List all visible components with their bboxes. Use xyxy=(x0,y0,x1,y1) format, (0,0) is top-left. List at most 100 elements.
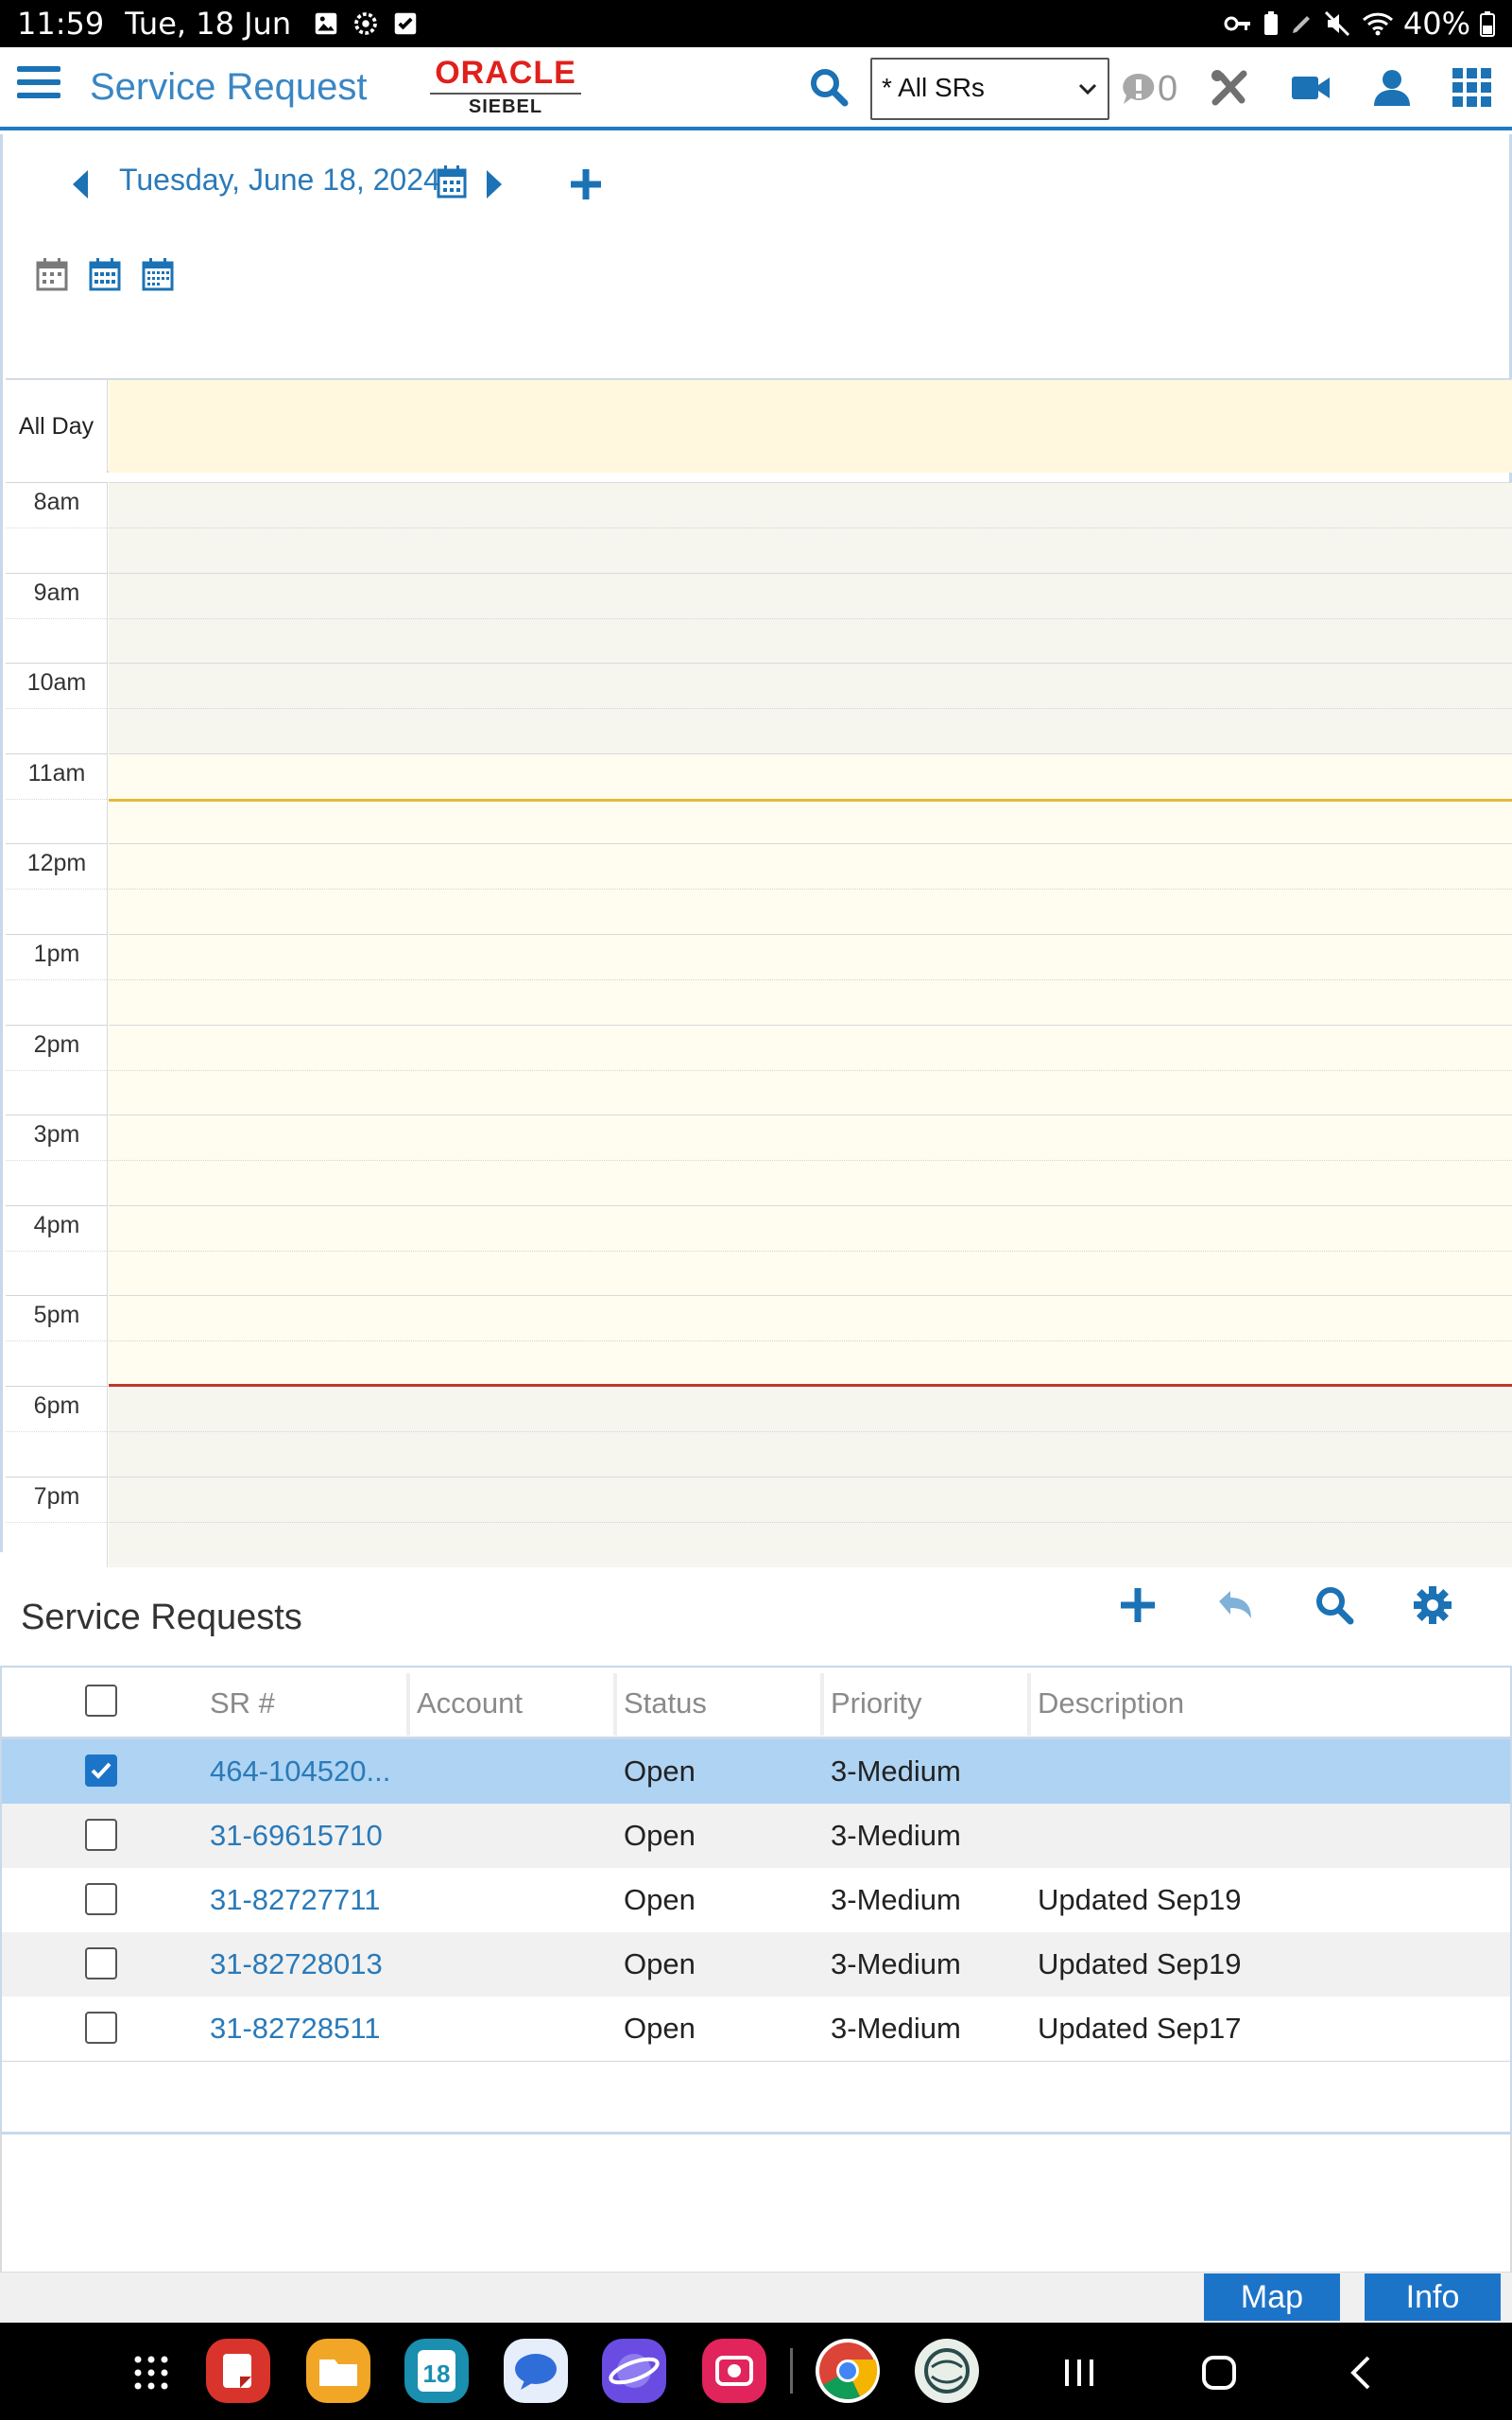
hour-slot[interactable] xyxy=(109,482,1512,573)
chrome-app-icon[interactable] xyxy=(816,2339,880,2403)
hour-slot[interactable] xyxy=(109,1024,1512,1115)
hour-label: 2pm xyxy=(33,1030,80,1058)
calendar-app-day: 18 xyxy=(418,2350,455,2392)
hour-label-cell: 4pm xyxy=(6,1204,108,1296)
recent-apps-icon[interactable] xyxy=(1057,2350,1102,2395)
row-select-checkbox[interactable] xyxy=(85,1883,117,1915)
description-cell xyxy=(1038,1804,1491,1868)
menu-hamburger-icon[interactable] xyxy=(17,66,60,106)
map-button[interactable]: Map xyxy=(1204,2273,1340,2321)
hour-slot[interactable] xyxy=(109,663,1512,754)
hour-row: 10am xyxy=(6,663,1512,754)
row-select-checkbox[interactable] xyxy=(85,1819,117,1851)
row-select-checkbox[interactable] xyxy=(85,1754,117,1787)
notification-count: 0 xyxy=(1158,68,1178,109)
files-app-icon[interactable] xyxy=(306,2339,370,2403)
sr-number-link[interactable]: 31-82728013 xyxy=(210,1932,399,1996)
new-record-plus-icon[interactable] xyxy=(1115,1582,1160,1628)
column-header-status[interactable]: Status xyxy=(618,1668,816,1739)
account-cell xyxy=(417,1804,606,1868)
column-header-description[interactable]: Description xyxy=(1032,1668,1495,1739)
service-requests-table: SR # Account Status Priority Description… xyxy=(0,1666,1512,2061)
select-all-checkbox[interactable] xyxy=(85,1685,117,1717)
account-cell xyxy=(417,1739,606,1804)
app-grid-icon[interactable] xyxy=(1451,66,1494,110)
row-select-checkbox[interactable] xyxy=(85,1947,117,1979)
info-button[interactable]: Info xyxy=(1365,2273,1501,2321)
sr-number-link[interactable]: 31-82727711 xyxy=(210,1868,399,1932)
table-row[interactable]: 464-104520... Open 3-Medium xyxy=(2,1739,1510,1804)
sr-number-link[interactable]: 464-104520... xyxy=(210,1739,399,1804)
hour-label-cell: 9am xyxy=(6,572,108,664)
previous-day-arrow-icon[interactable] xyxy=(69,168,92,200)
hour-slot[interactable] xyxy=(109,1115,1512,1206)
row-select-checkbox[interactable] xyxy=(85,2012,117,2044)
hour-row: 5pm xyxy=(6,1295,1512,1387)
date-picker-calendar-icon[interactable] xyxy=(437,164,467,199)
sr-number-link[interactable]: 31-69615710 xyxy=(210,1804,399,1868)
all-day-slot[interactable] xyxy=(109,380,1512,473)
week-view-icon[interactable] xyxy=(89,257,121,291)
messages-app-icon[interactable] xyxy=(504,2339,568,2403)
tools-icon[interactable] xyxy=(1208,66,1251,110)
priority-cell: 3-Medium xyxy=(831,1819,961,1852)
calendar-app-icon[interactable]: 18 xyxy=(404,2339,469,2403)
settings-gear-icon[interactable] xyxy=(1410,1582,1455,1628)
user-profile-icon[interactable] xyxy=(1370,66,1414,110)
wifi-icon xyxy=(1362,12,1393,36)
hour-label: 1pm xyxy=(33,941,80,967)
table-row[interactable]: 31-82728013 Open 3-Medium Updated Sep19 xyxy=(2,1932,1510,1996)
table-row[interactable]: 31-82728511 Open 3-Medium Updated Sep17 xyxy=(2,1996,1510,2061)
notes-app-icon[interactable] xyxy=(206,2339,270,2403)
column-header-account[interactable]: Account xyxy=(411,1668,610,1739)
camera-app-icon[interactable] xyxy=(702,2339,766,2403)
day-view-icon[interactable] xyxy=(36,257,68,291)
hour-label: 7pm xyxy=(33,1482,80,1510)
app-drawer-icon[interactable] xyxy=(132,2354,170,2392)
status-cell: Open xyxy=(624,1754,696,1788)
app-header: Service Request ORACLE SIEBEL * All SRs … xyxy=(0,47,1512,130)
current-time-line xyxy=(109,1384,1512,1388)
column-header-sr-number[interactable]: SR # xyxy=(204,1668,403,1739)
back-icon[interactable] xyxy=(1340,2350,1385,2395)
table-row[interactable]: 31-82727711 Open 3-Medium Updated Sep19 xyxy=(2,1868,1510,1932)
hour-slot[interactable] xyxy=(109,843,1512,935)
next-day-arrow-icon[interactable] xyxy=(483,168,506,200)
hour-row: 12pm xyxy=(6,843,1512,935)
checkbox-notification-icon xyxy=(394,12,417,35)
add-event-plus-icon[interactable] xyxy=(568,166,604,202)
hour-slot[interactable] xyxy=(109,572,1512,664)
column-header-priority[interactable]: Priority xyxy=(825,1668,1023,1739)
hour-label: 3pm xyxy=(33,1121,80,1149)
header-search-icon[interactable] xyxy=(808,66,850,108)
table-row[interactable]: 31-69615710 Open 3-Medium xyxy=(2,1804,1510,1868)
hour-label-cell: 11am xyxy=(6,752,108,844)
hour-row: 2pm xyxy=(6,1024,1512,1115)
home-icon[interactable] xyxy=(1196,2350,1242,2395)
priority-cell: 3-Medium xyxy=(831,1883,961,1916)
calendar-view-switcher xyxy=(36,257,174,291)
sr-number-link[interactable]: 31-82728511 xyxy=(210,1996,399,2061)
hour-slot[interactable] xyxy=(109,934,1512,1025)
hour-slot[interactable] xyxy=(109,1476,1512,1567)
hour-row: 9am xyxy=(6,572,1512,664)
hour-slot[interactable] xyxy=(109,1295,1512,1387)
siebel-mobile-app-icon[interactable] xyxy=(915,2339,979,2403)
internet-browser-app-icon[interactable] xyxy=(602,2339,666,2403)
notifications[interactable]: 0 xyxy=(1120,68,1177,110)
video-camera-icon[interactable] xyxy=(1289,66,1332,110)
gallery-icon xyxy=(315,12,337,35)
month-view-icon[interactable] xyxy=(142,257,174,291)
hour-slot[interactable] xyxy=(109,1386,1512,1477)
pen-icon xyxy=(1292,16,1310,33)
hour-row: 8am xyxy=(6,482,1512,573)
calendar-date-label[interactable]: Tuesday, June 18, 2024 xyxy=(119,163,440,198)
content-empty-area xyxy=(0,2135,1512,2272)
undo-icon[interactable] xyxy=(1213,1582,1259,1628)
table-footer-empty-row xyxy=(0,2061,1512,2135)
hour-slot[interactable] xyxy=(109,1204,1512,1296)
hour-label: 9am xyxy=(33,579,80,606)
query-search-icon[interactable] xyxy=(1312,1582,1357,1628)
sr-query-select[interactable]: * All SRs xyxy=(870,58,1109,120)
hour-row: 7pm xyxy=(6,1476,1512,1567)
